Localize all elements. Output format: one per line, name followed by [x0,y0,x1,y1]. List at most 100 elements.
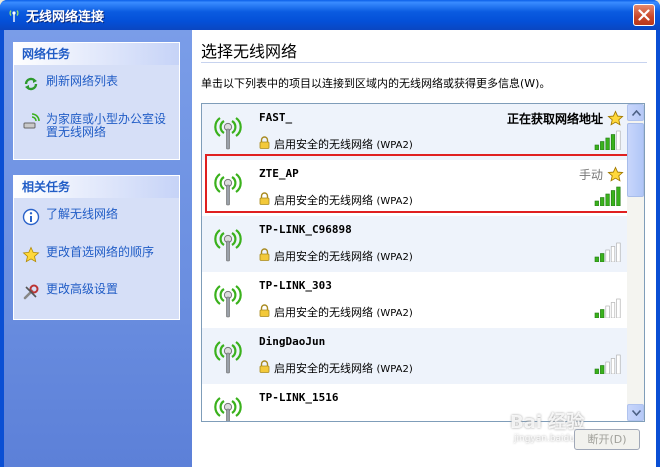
security-label: 启用安全的无线网络 [274,362,373,375]
refresh-icon [24,77,38,91]
security-label: 启用安全的无线网络 [274,250,373,263]
signal-bar [610,190,616,206]
security-label: 启用安全的无线网络 [274,138,373,151]
window: 无线网络连接 网络任务 刷新网络列表 为家庭或小型办公室设置无线网络 相关任务 … [0,0,660,467]
scroll-up-button[interactable] [627,104,644,121]
network-ssid: TP-LINK_303 [259,279,332,292]
network-tasks-box: 网络任务 刷新网络列表 为家庭或小型办公室设置无线网络 [13,42,180,160]
disconnect-button[interactable]: 断开(D) [574,429,640,450]
related-tasks-box: 相关任务 了解无线网络 更改首选网络的顺序 更改高级设置 [13,175,180,320]
title-bar[interactable]: 无线网络连接 [0,0,660,30]
signal-bar [610,246,616,262]
signal-bar [600,141,605,150]
wireless-network-icon [9,10,19,22]
wireless-antenna-icon [214,173,242,206]
network-ssid: TP-LINK_C96898 [259,223,352,236]
related-tasks-header: 相关任务 [14,176,179,198]
signal-bar [594,312,599,318]
setup-home-network-link[interactable]: 为家庭或小型办公室设置无线网络 [22,113,177,139]
signal-bar [616,354,621,374]
star-icon [22,246,40,263]
signal-bar [600,253,605,262]
heading-divider [201,62,647,63]
signal-bar [605,193,610,206]
network-ssid: ZTE_AP [259,167,299,180]
signal-bar [616,298,621,318]
network-security: 启用安全的无线网络 (WPA2) [274,192,413,208]
client-area: 网络任务 刷新网络列表 为家庭或小型办公室设置无线网络 相关任务 了解无线网络 … [4,30,656,467]
watermark-text: Bai 经验 [510,412,585,433]
wireless-antenna-icon [214,397,242,421]
page-title: 选择无线网络 [201,42,298,61]
signal-bar [616,186,621,206]
network-item[interactable]: TP-LINK_303 启用安全的无线网络 (WPA2) [202,272,629,328]
vertical-scrollbar[interactable] [627,104,644,421]
refresh-network-list-link[interactable]: 刷新网络列表 [22,75,118,93]
scroll-down-button[interactable] [627,404,644,421]
change-order-label: 更改首选网络的顺序 [46,245,155,259]
signal-bar [594,256,599,262]
security-label: 启用安全的无线网络 [274,194,373,207]
learn-wireless-link[interactable]: 了解无线网络 [22,208,118,226]
network-item[interactable]: ZTE_AP 手动启用安全的无线网络 (WPA2) [202,160,629,216]
signal-bar [605,249,610,262]
lock-icon [259,360,270,373]
network-item[interactable]: TP-LINK_C96898 启用安全的无线网络 (WPA2) [202,216,629,272]
security-type: (WPA2) [376,252,413,263]
chevron-down-icon [632,410,641,416]
network-security: 启用安全的无线网络 (WPA2) [274,248,413,264]
network-list[interactable]: FAST_ 正在获取网络地址 启用安全的无线网络 (WPA2) ZTE_AP 手动 启用安… [201,103,645,422]
signal-strength-icon [594,186,621,206]
signal-bar [600,197,605,206]
network-security: 启用安全的无线网络 (WPA2) [274,360,413,376]
lock-icon [259,248,270,261]
signal-bar [610,134,616,150]
close-icon [638,9,650,21]
network-status: 手动 [578,168,603,182]
signal-strength-icon [594,130,621,150]
network-tasks-header: 网络任务 [14,43,179,65]
setup-home-network-label: 为家庭或小型办公室设置无线网络 [46,112,167,139]
signal-bar [594,200,599,206]
signal-bar [610,358,616,374]
lock-icon [259,304,270,317]
close-button[interactable] [633,4,655,26]
security-label: 启用安全的无线网络 [274,306,373,319]
network-ssid: TP-LINK_1516 [259,391,339,404]
signal-bar [600,309,605,318]
window-title: 无线网络连接 [26,10,105,25]
network-security: 启用安全的无线网络 (WPA2) [274,136,413,152]
scroll-thumb[interactable] [627,123,644,197]
signal-strength-icon [594,298,621,318]
wireless-antenna-icon [214,341,242,374]
security-type: (WPA2) [376,196,413,207]
signal-bar [594,144,599,150]
network-item[interactable]: DingDaoJun 启用安全的无线网络 (WPA2) [202,328,629,384]
wireless-antenna-icon [214,117,242,150]
wireless-antenna-icon [214,229,242,262]
lock-icon [259,136,270,149]
lock-icon [259,192,270,205]
signal-strength-icon [594,354,621,374]
network-status: 正在获取网络地址 [506,112,603,126]
security-type: (WPA2) [376,140,413,151]
task-pane: 网络任务 刷新网络列表 为家庭或小型办公室设置无线网络 相关任务 了解无线网络 … [4,30,192,467]
wireless-antenna-icon [214,285,242,318]
signal-bar [605,361,610,374]
advanced-settings-link[interactable]: 更改高级设置 [22,283,118,301]
network-ssid: FAST_ [259,111,293,124]
preferred-star-icon [607,110,624,126]
signal-bar [605,137,610,150]
network-item[interactable]: FAST_ 正在获取网络地址启用安全的无线网络 (WPA2) [202,104,629,160]
signal-strength-icon [594,242,621,262]
signal-bar [600,365,605,374]
change-order-link[interactable]: 更改首选网络的顺序 [22,246,154,264]
setup-network-icon [23,113,40,129]
main-pane: 选择无线网络 单击以下列表中的项目以连接到区域内的无线网络或获得更多信息(W)。… [192,30,656,467]
network-security: 启用安全的无线网络 (WPA2) [274,304,413,320]
signal-bar [610,302,616,318]
chevron-up-icon [632,110,641,116]
security-type: (WPA2) [376,308,413,319]
advanced-settings-label: 更改高级设置 [46,282,119,296]
security-type: (WPA2) [376,364,413,375]
